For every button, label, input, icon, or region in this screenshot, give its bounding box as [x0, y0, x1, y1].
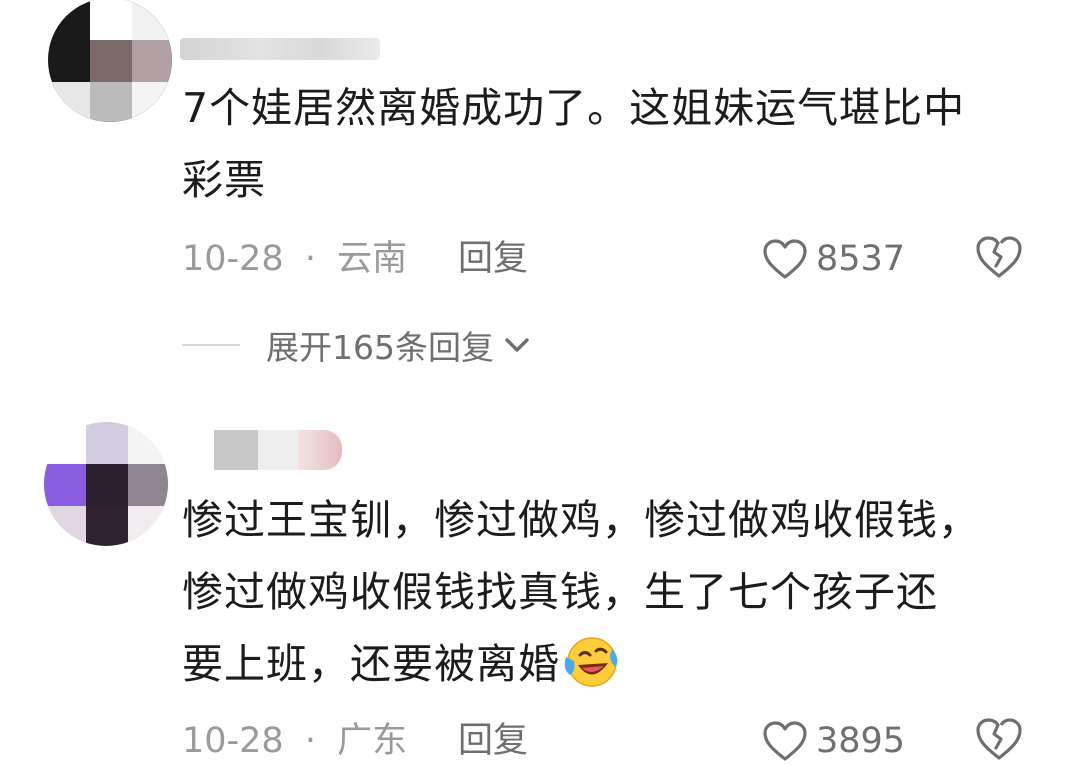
comment-text-line: 7个娃居然离婚成功了。这姐妹运气堪比中 — [182, 84, 966, 132]
comment-location: 广东 — [337, 721, 408, 761]
meta-separator: · — [304, 239, 316, 279]
like-count: 8537 — [816, 239, 906, 279]
dislike-button[interactable] — [974, 716, 1024, 766]
dislike-button[interactable] — [974, 234, 1024, 284]
expand-replies-label: 展开165条回复 — [266, 328, 494, 367]
avatar[interactable] — [44, 422, 168, 546]
reply-button[interactable]: 回复 — [458, 716, 528, 766]
like-button[interactable]: 3895 — [762, 716, 905, 766]
meta-separator: · — [304, 721, 316, 761]
expand-divider — [182, 344, 240, 346]
avatar[interactable] — [48, 0, 172, 122]
comment-text-line: 彩票 — [182, 156, 266, 204]
reply-button[interactable]: 回复 — [458, 234, 528, 284]
like-count: 3895 — [816, 721, 906, 761]
comment-text-line-with-emoji: 要上班，还要被离婚 — [182, 628, 1042, 700]
comment-location: 云南 — [337, 239, 408, 279]
heart-icon — [763, 721, 807, 761]
comment-date: 10-28 — [182, 239, 284, 279]
comment-item: 惨过王宝钏，惨过做鸡，惨过做鸡收假钱， 惨过做鸡收假钱找真钱，生了七个孩子还 要… — [0, 400, 1080, 761]
chevron-down-icon — [505, 338, 529, 352]
crying-laughing-emoji-icon — [562, 635, 618, 691]
broken-heart-icon — [976, 718, 1022, 760]
comment-meta: 10-28 · 广东 — [182, 716, 407, 766]
comment-item: 7个娃居然离婚成功了。这姐妹运气堪比中 彩票 10-28 · 云南 回复 853… — [0, 0, 1080, 400]
like-button[interactable]: 8537 — [762, 234, 905, 284]
comment-date: 10-28 — [182, 721, 284, 761]
comment-text-line: 要上班，还要被离婚 — [182, 640, 560, 688]
username-blurred[interactable] — [214, 430, 344, 470]
comment-text: 惨过王宝钏，惨过做鸡，惨过做鸡收假钱， 惨过做鸡收假钱找真钱，生了七个孩子还 要… — [182, 484, 1042, 700]
broken-heart-icon — [976, 236, 1022, 278]
expand-replies[interactable]: 展开165条回复 — [182, 320, 534, 370]
comment-text-line: 惨过做鸡收假钱找真钱，生了七个孩子还 — [182, 568, 938, 616]
comment-text: 7个娃居然离婚成功了。这姐妹运气堪比中 彩票 — [182, 72, 1042, 216]
username-blurred[interactable] — [180, 28, 380, 68]
heart-icon — [763, 239, 807, 279]
comment-meta: 10-28 · 云南 — [182, 234, 407, 284]
comment-text-line: 惨过王宝钏，惨过做鸡，惨过做鸡收假钱， — [182, 496, 980, 544]
